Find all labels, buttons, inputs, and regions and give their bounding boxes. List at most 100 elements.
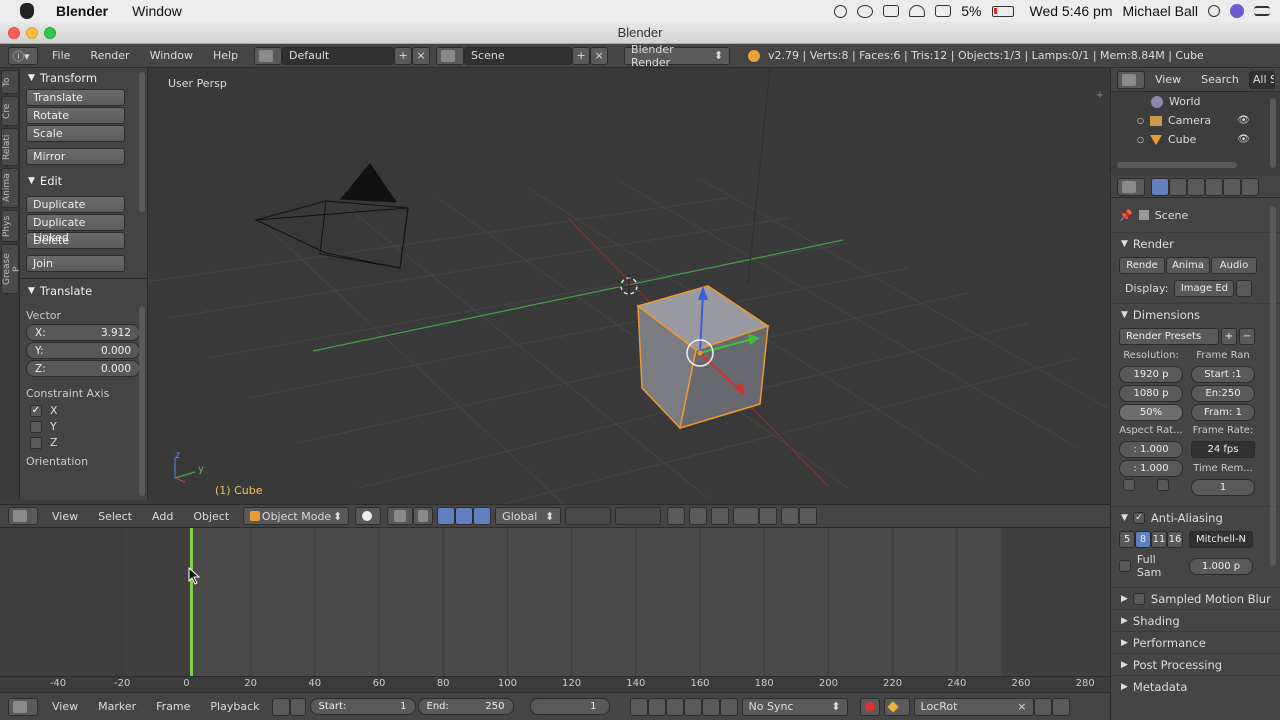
menu-select[interactable]: Select <box>88 510 142 523</box>
outliner-item-camera[interactable]: ○ Camera 👁 <box>1111 111 1280 130</box>
tool-shelf-scrollbar[interactable] <box>139 72 145 212</box>
proportional-edit-icon[interactable] <box>689 507 708 525</box>
rotate-manip-icon[interactable] <box>455 507 474 525</box>
aa-samples-5[interactable]: 5 <box>1119 531 1135 548</box>
frame-end-field[interactable]: En:250 <box>1191 385 1255 402</box>
jump-end-icon[interactable] <box>719 697 738 716</box>
printer-icon[interactable] <box>883 5 900 17</box>
sync-mode-select[interactable]: No Sync ⬍ <box>741 697 848 716</box>
resolution-x-field[interactable]: 1920 p <box>1119 366 1183 383</box>
tab-grease-pencil[interactable]: Grease P <box>1 244 22 294</box>
add-scene-icon[interactable]: + <box>572 46 591 65</box>
lock-interface-icon[interactable] <box>1236 279 1253 297</box>
snap-element-icon[interactable] <box>733 507 760 525</box>
jump-prev-keyframe-icon[interactable] <box>647 697 666 716</box>
jump-start-icon[interactable] <box>629 697 648 716</box>
join-button[interactable]: Join <box>26 255 125 272</box>
border-checkbox[interactable] <box>1123 479 1135 491</box>
metadata-panel-header[interactable]: ▶ Metadata <box>1111 675 1280 697</box>
remove-preset-icon[interactable]: − <box>1239 328 1255 345</box>
window-menu[interactable]: Window <box>132 3 182 19</box>
crop-checkbox[interactable] <box>1157 479 1169 491</box>
resolution-percent-field[interactable]: 50% <box>1119 404 1183 421</box>
render-context-icon[interactable] <box>1151 177 1169 196</box>
dimensions-panel-header[interactable]: ▼ Dimensions <box>1111 303 1280 325</box>
menu-add[interactable]: Add <box>142 510 183 523</box>
menu-object[interactable]: Object <box>183 510 239 523</box>
timeline-menu-view[interactable]: View <box>42 700 88 713</box>
editor-type-outliner-icon[interactable] <box>1117 70 1145 89</box>
notification-center-icon[interactable] <box>1254 6 1270 16</box>
user-name[interactable]: Michael Ball <box>1123 3 1198 19</box>
current-frame-field[interactable]: 1 <box>529 698 610 715</box>
jump-next-keyframe-icon[interactable] <box>701 697 720 716</box>
duplicate-linked-button[interactable]: Duplicate Linked <box>26 214 125 244</box>
outliner-item-cube[interactable]: ○ Cube 👁 <box>1111 130 1280 149</box>
tab-physics[interactable]: Phys <box>1 210 19 242</box>
full-sample-checkbox[interactable] <box>1119 560 1131 572</box>
apple-icon[interactable] <box>20 3 34 19</box>
menu-file[interactable]: File <box>42 49 80 62</box>
screen-layout-icon[interactable] <box>254 46 283 65</box>
aspect-y-field[interactable]: : 1.000 <box>1119 460 1183 477</box>
aa-samples-11[interactable]: 11 <box>1151 531 1167 548</box>
sampled-motion-blur-header[interactable]: ▶ Sampled Motion Blur <box>1111 587 1280 609</box>
render-presets-select[interactable]: Render Presets <box>1119 328 1219 345</box>
aa-samples-16[interactable]: 16 <box>1167 531 1183 548</box>
zoom-window-button[interactable] <box>44 27 56 39</box>
anti-aliasing-panel-header[interactable]: ▼ ✓ Anti-Aliasing <box>1111 506 1280 528</box>
keying-set-select[interactable]: LocRot × <box>913 697 1034 716</box>
snap-toggle-icon[interactable] <box>711 507 730 525</box>
viewport-shading-select[interactable] <box>355 507 382 525</box>
aa-samples-8[interactable]: 8 <box>1135 531 1151 548</box>
current-frame-indicator[interactable] <box>190 528 193 678</box>
opengl-render-icon[interactable] <box>781 507 800 525</box>
start-frame-field[interactable]: Start: 1 <box>309 698 416 715</box>
timeline-menu-playback[interactable]: Playback <box>200 700 269 713</box>
constraint-x-checkbox[interactable]: ✓ X <box>30 404 137 417</box>
translate-manip-icon[interactable] <box>437 507 456 525</box>
screen-layout-select[interactable]: Default <box>282 46 395 65</box>
timeline-editor[interactable]: -40 -20 0 20 40 60 80 100 120 140 160 180 200 220 240 2… <box>0 528 1110 692</box>
aa-filter-select[interactable]: Mitchell-N <box>1189 531 1253 548</box>
airplay-icon[interactable] <box>935 5 952 17</box>
lock-range-icon[interactable] <box>289 697 306 716</box>
layer-buttons-a[interactable] <box>565 507 612 525</box>
editor-type-3d-icon[interactable] <box>8 507 38 525</box>
keyframe-type-icon[interactable] <box>883 697 910 716</box>
duplicate-button[interactable]: Duplicate <box>26 196 125 213</box>
constraint-y-checkbox[interactable]: Y <box>30 420 137 433</box>
tab-relations[interactable]: Relati <box>1 128 19 166</box>
vector-x-field[interactable]: X: 3.912 <box>26 324 140 341</box>
shading-panel-header[interactable]: ▶ Shading <box>1111 609 1280 631</box>
display-select[interactable]: Image Ed <box>1174 279 1235 297</box>
auto-keying-icon[interactable] <box>859 697 880 716</box>
world-context-icon[interactable] <box>1205 177 1223 196</box>
translate-button[interactable]: Translate <box>26 89 125 106</box>
outliner-menu-search[interactable]: Search <box>1191 73 1249 86</box>
minimize-window-button[interactable] <box>26 27 38 39</box>
creative-cloud-icon[interactable] <box>857 4 874 18</box>
menu-view[interactable]: View <box>42 510 88 523</box>
transform-orientation-select[interactable]: Global ⬍ <box>495 507 562 525</box>
vector-z-field[interactable]: Z: 0.000 <box>26 360 140 377</box>
timeline-menu-marker[interactable]: Marker <box>88 700 146 713</box>
aspect-x-field[interactable]: : 1.000 <box>1119 441 1183 458</box>
vector-y-field[interactable]: Y: 0.000 <box>26 342 140 359</box>
end-frame-field[interactable]: End: 250 <box>417 698 514 715</box>
add-layout-icon[interactable]: + <box>394 46 413 65</box>
transform-panel-header[interactable]: ▼ Transform <box>20 68 147 88</box>
render-layers-context-icon[interactable] <box>1169 177 1187 196</box>
scene-select[interactable]: Scene <box>464 46 573 65</box>
constraint-z-checkbox[interactable]: Z <box>30 436 137 449</box>
editor-type-timeline-icon[interactable] <box>8 697 38 716</box>
render-image-button[interactable]: Rende <box>1119 257 1165 274</box>
editor-type-info-icon[interactable]: ⓘ▾ <box>8 46 38 65</box>
operator-scrollbar[interactable] <box>139 306 145 496</box>
add-preset-icon[interactable]: + <box>1221 328 1237 345</box>
siri-icon[interactable] <box>1230 4 1244 18</box>
3d-viewport[interactable]: User Persp z y (1) Cube + <box>148 68 1110 504</box>
properties-scrollbar[interactable] <box>1270 206 1276 566</box>
scene-icon[interactable] <box>436 46 465 65</box>
snap-target-icon[interactable] <box>759 507 778 525</box>
